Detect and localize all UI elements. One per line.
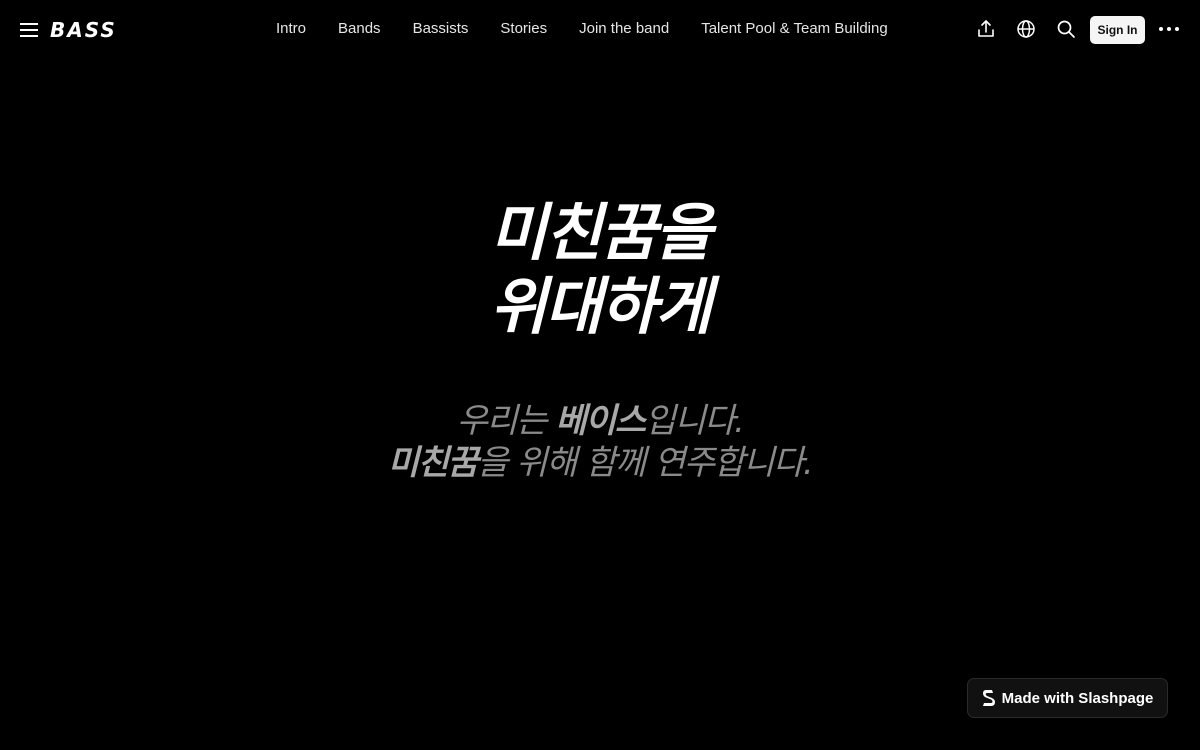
- globe-icon[interactable]: [1015, 18, 1037, 40]
- sub-text: 우리는: [456, 401, 556, 441]
- share-icon[interactable]: [975, 18, 997, 40]
- hero-subtitle: 우리는 베이스입니다. 미친꿈을 위해 함께 연주합니다.: [0, 400, 1200, 484]
- made-with-slashpage-badge[interactable]: Made with Slashpage: [967, 678, 1168, 718]
- nav-item-bands[interactable]: Bands: [338, 19, 381, 39]
- hero-subtitle-line-2: 미친꿈을 위해 함께 연주합니다.: [0, 442, 1200, 484]
- sub-text-emphasis: 미친꿈: [387, 443, 479, 483]
- hero-title-line-1: 미친꿈을: [489, 196, 712, 269]
- nav-item-talent-pool[interactable]: Talent Pool & Team Building: [701, 19, 888, 39]
- hero-title: 미친꿈을 위대하게: [0, 196, 1200, 344]
- hero-title-line-2: 위대하게: [489, 270, 712, 343]
- made-with-label: Made with Slashpage: [1001, 689, 1154, 707]
- sub-text: 을 위해 함께 연주합니다.: [477, 443, 814, 483]
- top-navigation-bar: BASS Intro Bands Bassists Stories Join t…: [0, 0, 1200, 58]
- main-nav: Intro Bands Bassists Stories Join the ba…: [276, 19, 888, 39]
- menu-icon[interactable]: [17, 18, 41, 42]
- hero-subtitle-line-1: 우리는 베이스입니다.: [0, 400, 1200, 442]
- sign-in-button[interactable]: Sign In: [1090, 16, 1145, 44]
- nav-item-stories[interactable]: Stories: [500, 19, 547, 39]
- more-icon[interactable]: [1158, 18, 1180, 40]
- slashpage-logo-icon: [982, 690, 995, 706]
- sub-text: 입니다.: [644, 401, 745, 441]
- nav-item-join-the-band[interactable]: Join the band: [579, 19, 669, 39]
- page: BASS Intro Bands Bassists Stories Join t…: [0, 0, 1200, 750]
- search-icon[interactable]: [1055, 18, 1077, 40]
- sub-text-emphasis: 베이스: [555, 401, 646, 441]
- nav-item-intro[interactable]: Intro: [276, 19, 306, 39]
- site-logo[interactable]: BASS: [50, 18, 117, 42]
- nav-item-bassists[interactable]: Bassists: [413, 19, 469, 39]
